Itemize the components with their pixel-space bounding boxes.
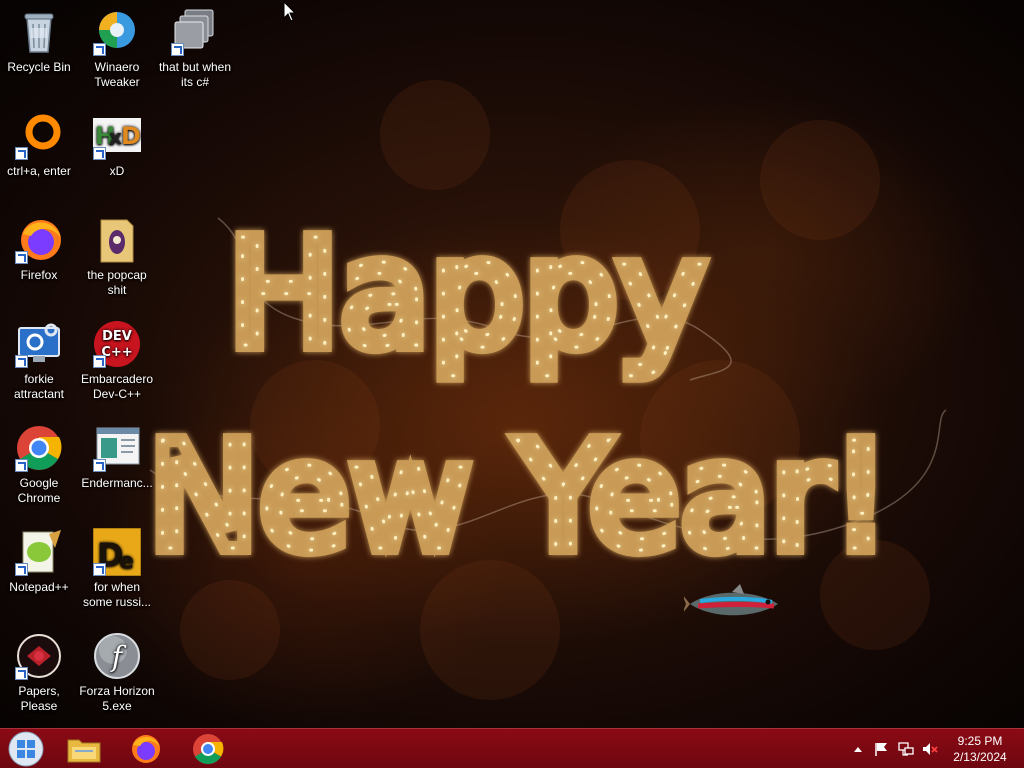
shortcut-arrow-icon	[93, 147, 106, 160]
flash-icon: f	[93, 632, 141, 680]
shortcut-stack-icon	[171, 8, 219, 56]
icon-label: Endermanc...	[81, 476, 153, 490]
desktop-icon-notepadpp[interactable]: Notepad++	[0, 528, 78, 595]
icon-label: forkie attractant	[13, 372, 65, 401]
shortcut-arrow-icon	[15, 355, 28, 368]
desktop-icon-forkie-attractant[interactable]: forkie attractant	[0, 320, 78, 402]
papers-please-icon	[15, 632, 63, 680]
icon-label: xD	[109, 164, 125, 178]
shortcut-arrow-icon	[93, 459, 106, 472]
desktop-icon-that-but-when-its-csharp[interactable]: that but when its c#	[156, 8, 234, 90]
bokeh-light	[250, 360, 380, 490]
shortcut-arrow-icon	[93, 43, 106, 56]
firefox-icon	[132, 735, 160, 763]
mouse-cursor-icon	[283, 1, 297, 22]
window-app-icon	[93, 424, 141, 472]
file-explorer-icon	[67, 739, 101, 763]
bokeh-light	[760, 120, 880, 240]
taskbar-firefox[interactable]	[120, 731, 172, 767]
hxd-icon: H x D	[93, 112, 141, 160]
taskbar-clock[interactable]: 9:25 PM 2/13/2024	[950, 733, 1010, 765]
icon-label: Notepad++	[9, 580, 69, 594]
firefox-icon	[15, 216, 63, 264]
bokeh-light	[560, 160, 700, 300]
taskbar-chrome[interactable]	[182, 731, 234, 767]
orange-ring-icon	[15, 112, 63, 160]
desktop-icon-devcpp[interactable]: DEV C++ Embarcadero Dev-C++	[78, 320, 156, 402]
volume-muted-icon	[923, 743, 938, 755]
devcpp-icon: DEV C++	[93, 320, 141, 368]
bokeh-light	[820, 540, 930, 650]
svg-text:D: D	[121, 122, 141, 150]
monitor-gear-icon	[15, 320, 63, 368]
desktop-icon-forza-horizon[interactable]: f Forza Horizon 5.exe	[78, 632, 156, 714]
icon-label: Google Chrome	[17, 476, 61, 505]
taskbar: 9:25 PM 2/13/2024	[0, 728, 1024, 768]
shortcut-arrow-icon	[171, 43, 184, 56]
icon-label: that but when its c#	[158, 60, 232, 89]
icon-label: for when some russi...	[82, 580, 151, 609]
icon-label: Embarcadero Dev-C++	[80, 372, 154, 401]
icon-label: Winaero Tweaker	[94, 60, 140, 89]
desktop-icon-papers-please[interactable]: Papers, Please	[0, 632, 78, 714]
shortcut-arrow-icon	[15, 563, 28, 576]
recycle-bin-icon	[15, 8, 63, 56]
desktop-icon-recycle-bin[interactable]: Recycle Bin	[0, 8, 78, 75]
network-icon	[898, 742, 914, 756]
fish-icon	[684, 584, 778, 616]
desktop-icon-xd[interactable]: H x D xD	[78, 112, 156, 179]
notepadpp-icon	[15, 528, 63, 576]
desktop-icon-popcap-folder[interactable]: the popcap shit	[78, 216, 156, 298]
bokeh-light	[380, 80, 490, 190]
de-icon: D e	[92, 527, 142, 577]
svg-text:C++: C++	[101, 345, 132, 360]
icon-label: Recycle Bin	[7, 60, 71, 74]
start-button[interactable]	[0, 731, 52, 767]
action-center-flag-button[interactable]	[873, 741, 889, 757]
desktop-icon-firefox[interactable]: Firefox	[0, 216, 78, 283]
folder-icon	[93, 216, 141, 264]
icon-label: Firefox	[20, 268, 58, 282]
chevron-up-icon	[854, 747, 862, 752]
icon-label: ctrl+a, enter	[7, 164, 71, 178]
shortcut-arrow-icon	[15, 459, 28, 472]
chrome-icon	[193, 734, 224, 765]
shortcut-arrow-icon	[15, 667, 28, 680]
bokeh-light	[420, 560, 560, 700]
flag-icon	[875, 743, 887, 756]
desktop-icon-ctrl-a-enter[interactable]: ctrl+a, enter	[0, 112, 78, 179]
svg-text:DEV: DEV	[102, 329, 132, 344]
desktop-icon-de-app[interactable]: D e for when some russi...	[78, 527, 156, 610]
bokeh-light	[180, 580, 280, 680]
start-button-icon	[8, 731, 44, 767]
icon-label: the popcap shit	[87, 268, 147, 297]
network-button[interactable]	[898, 741, 914, 757]
desktop-icon-google-chrome[interactable]: Google Chrome	[0, 424, 78, 506]
clock-date: 2/13/2024	[953, 750, 1007, 764]
icon-label: Forza Horizon 5.exe	[79, 684, 155, 713]
shortcut-arrow-icon	[15, 251, 28, 264]
icon-label: Papers, Please	[18, 684, 60, 713]
desktop-icon-winaero-tweaker[interactable]: Winaero Tweaker	[78, 8, 156, 90]
winaero-tweaker-icon	[93, 8, 141, 56]
shortcut-arrow-icon	[15, 147, 28, 160]
taskbar-file-explorer[interactable]	[58, 731, 110, 767]
bokeh-light	[640, 360, 800, 520]
desktop-background[interactable]: Happy Happy New Year! New Year! Recycle …	[0, 0, 1024, 728]
shortcut-arrow-icon	[93, 355, 106, 368]
chrome-icon	[15, 424, 63, 472]
desktop-icon-endermanch[interactable]: Endermanc...	[78, 424, 156, 491]
shortcut-arrow-icon	[93, 563, 106, 576]
svg-text:e: e	[119, 549, 134, 574]
clock-time: 9:25 PM	[957, 734, 1003, 748]
volume-button[interactable]	[922, 741, 938, 757]
show-hidden-icons-button[interactable]	[850, 741, 866, 757]
